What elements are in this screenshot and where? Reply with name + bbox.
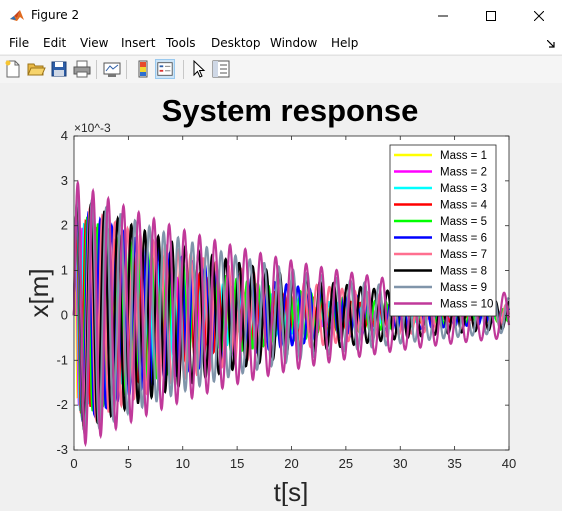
menu-view[interactable]: View — [80, 36, 108, 50]
x-tick-label: 5 — [125, 456, 132, 471]
open-file-icon[interactable] — [26, 59, 46, 79]
figure-window: Figure 2 File Edit View Insert Tools Des… — [0, 0, 562, 507]
legend-label: Mass = 7 — [440, 249, 487, 261]
legend-label: Mass = 10 — [440, 299, 493, 311]
figure-canvas: System response 0 5 10 15 20 25 30 35 40 -3 -2 -1 0 1… — [0, 83, 562, 507]
x-tick-label: 35 — [447, 456, 461, 471]
toolbar-separator — [183, 60, 184, 79]
menu-tools[interactable]: Tools — [166, 36, 196, 50]
y-tick-label: 0 — [61, 307, 68, 322]
y-tick-label: -2 — [56, 397, 68, 412]
legend[interactable]: Mass = 1 Mass = 2 Mass = 3 Mass = 4 Mass = 5… — [389, 144, 497, 317]
menu-file[interactable]: File — [9, 36, 29, 50]
y-tick-label: 1 — [61, 263, 68, 278]
menu-help[interactable]: Help — [331, 36, 358, 50]
legend-label: Mass = 4 — [440, 200, 488, 212]
x-tick-label: 25 — [339, 456, 353, 471]
y-tick-label: 2 — [61, 218, 68, 233]
toolbar — [0, 55, 562, 84]
save-icon[interactable] — [49, 59, 69, 79]
menu-desktop[interactable]: Desktop — [211, 36, 261, 50]
maximize-icon — [486, 11, 496, 21]
new-figure-icon[interactable] — [3, 59, 23, 79]
y-tick-label: 4 — [61, 128, 68, 143]
insert-colorbar-icon[interactable] — [133, 59, 153, 79]
x-tick-label: 20 — [284, 456, 298, 471]
insert-legend-icon[interactable] — [155, 59, 175, 79]
toolbar-separator — [96, 60, 97, 79]
y-exponent-label: ×10^-3 — [74, 121, 111, 135]
plot-svg: System response 0 5 10 15 20 25 30 35 40 -3 -2 -1 0 1… — [24, 93, 516, 507]
legend-label: Mass = 2 — [440, 167, 487, 179]
menu-bar: File Edit View Insert Tools Desktop Wind… — [0, 32, 562, 54]
legend-label: Mass = 1 — [440, 150, 487, 162]
menu-window[interactable]: Window — [270, 36, 317, 50]
print-icon[interactable] — [72, 59, 92, 79]
x-tick-label: 0 — [70, 456, 77, 471]
chart-title: System response — [162, 93, 419, 128]
x-tick-label: 40 — [502, 456, 516, 471]
edit-plot-icon[interactable] — [189, 59, 209, 79]
legend-label: Mass = 5 — [440, 216, 487, 228]
legend-label: Mass = 3 — [440, 183, 487, 195]
window-title: Figure 2 — [31, 8, 80, 22]
close-button[interactable] — [516, 0, 562, 32]
legend-label: Mass = 8 — [440, 266, 487, 278]
close-icon — [534, 11, 544, 21]
y-tick-label: -3 — [56, 442, 68, 457]
legend-label: Mass = 9 — [440, 282, 487, 294]
link-plot-icon[interactable] — [102, 59, 122, 79]
y-axis-label: x[m] — [24, 268, 54, 317]
y-tick-label: 3 — [61, 173, 68, 188]
maximize-button[interactable] — [468, 0, 514, 32]
x-tick-label: 30 — [393, 456, 407, 471]
y-tick-label: -1 — [56, 352, 68, 367]
property-inspector-icon[interactable] — [211, 59, 231, 79]
legend-label: Mass = 6 — [440, 233, 487, 245]
menu-insert[interactable]: Insert — [121, 36, 155, 50]
matlab-logo-icon — [9, 8, 25, 24]
toolbar-separator — [126, 60, 127, 79]
x-tick-label: 15 — [230, 456, 244, 471]
x-axis-label: t[s] — [274, 477, 309, 506]
dock-arrow-icon[interactable] — [547, 40, 555, 48]
minimize-icon — [438, 15, 448, 17]
menu-edit[interactable]: Edit — [43, 36, 66, 50]
minimize-button[interactable] — [420, 0, 466, 32]
title-bar: Figure 2 — [0, 0, 562, 32]
x-tick-label: 10 — [176, 456, 190, 471]
